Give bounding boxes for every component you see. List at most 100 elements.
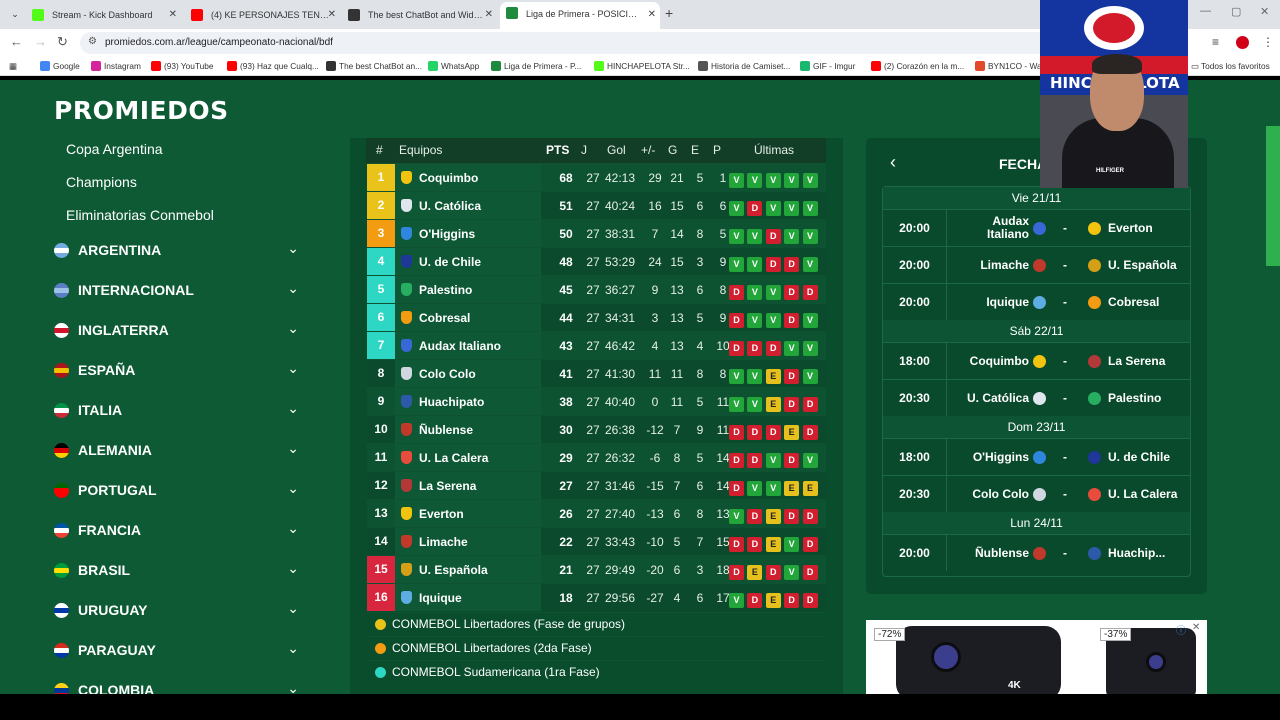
close-window-icon[interactable]: ✕ xyxy=(1260,5,1269,18)
fixture-row[interactable]: 20:30 Colo Colo - U. La Calera xyxy=(883,475,1190,512)
chevron-down-icon[interactable]: ⌄ xyxy=(287,240,299,257)
table-row[interactable]: 5 Palestino 45 27 36:27 9 13 6 8 D V V D D xyxy=(367,275,826,303)
bookmark-item[interactable]: (2) Corazón en la m... xyxy=(871,61,964,71)
table-row[interactable]: 14 Limache 22 27 33:43 -10 5 7 15 D D E V D xyxy=(367,527,826,555)
country-nav-item[interactable]: ITALIA ⌄ xyxy=(54,400,299,422)
team-name[interactable]: Limache xyxy=(419,535,468,549)
bookmark-item[interactable]: The best ChatBot an... xyxy=(326,61,422,71)
webcam-product-image[interactable] xyxy=(896,626,1061,694)
team-name[interactable]: U. de Chile xyxy=(419,255,481,269)
browser-tab[interactable]: Stream - Kick Dashboard ✕ xyxy=(26,4,181,26)
all-bookmarks-folder[interactable]: ▭ Todos los favoritos xyxy=(1191,61,1270,71)
promiedos-logo[interactable]: PROMIEDOS xyxy=(54,96,229,125)
prev-round-arrow-icon[interactable]: ‹ xyxy=(890,152,896,173)
browser-tab[interactable]: The best ChatBot and Widgets ✕ xyxy=(342,4,497,26)
table-row[interactable]: 15 U. Española 21 27 29:49 -20 6 3 18 D E D V D xyxy=(367,555,826,583)
bookmark-item[interactable]: Google xyxy=(40,61,80,71)
table-row[interactable]: 13 Everton 26 27 27:40 -13 6 8 13 V D E D D xyxy=(367,499,826,527)
reload-icon[interactable]: ↻ xyxy=(57,34,68,50)
team-name[interactable]: U. La Calera xyxy=(419,451,488,465)
bookmark-item[interactable]: Instagram xyxy=(91,61,141,71)
table-row[interactable]: 16 Iquique 18 27 29:56 -27 4 6 17 V D E D D xyxy=(367,583,826,611)
chevron-down-icon[interactable]: ⌄ xyxy=(287,360,299,377)
new-tab-plus-icon[interactable]: + xyxy=(665,5,673,21)
page-scrollbar[interactable] xyxy=(1266,126,1280,266)
tab-close-icon[interactable]: ✕ xyxy=(648,2,656,27)
back-arrow-icon[interactable]: ← xyxy=(10,34,23,49)
team-name[interactable]: Everton xyxy=(419,507,464,521)
team-name[interactable]: La Serena xyxy=(419,479,476,493)
team-name[interactable]: U. Española xyxy=(419,563,488,577)
browser-menu-icon[interactable]: ⋮ xyxy=(1262,35,1274,49)
team-name[interactable]: Coquimbo xyxy=(419,171,478,185)
table-row[interactable]: 3 O'Higgins 50 27 38:31 7 14 8 5 V V D V V xyxy=(367,219,826,247)
chevron-down-icon[interactable]: ⌄ xyxy=(287,640,299,657)
side-link-item[interactable]: Copa Argentina xyxy=(66,141,163,157)
tab-close-icon[interactable]: ✕ xyxy=(169,4,177,26)
chevron-down-icon[interactable]: ⌄ xyxy=(287,440,299,457)
country-nav-item[interactable]: ALEMANIA ⌄ xyxy=(54,440,299,462)
bookmark-item[interactable]: BYN1CO - Wata xyxy=(975,61,1049,71)
team-name[interactable]: Cobresal xyxy=(419,311,470,325)
tab-close-icon[interactable]: ✕ xyxy=(485,4,493,26)
tab-close-icon[interactable]: ✕ xyxy=(328,4,336,26)
address-bar[interactable]: ⚙ promiedos.com.ar/league/campeonato-nac… xyxy=(80,32,1170,54)
maximize-icon[interactable]: ▢ xyxy=(1231,5,1241,18)
team-name[interactable]: Iquique xyxy=(419,591,462,605)
chevron-down-icon[interactable]: ⌄ xyxy=(287,280,299,297)
browser-tab[interactable]: (4) KE PERSONAJES TENDENCIA✕ xyxy=(185,4,340,26)
table-row[interactable]: 6 Cobresal 44 27 34:31 3 13 5 9 D V V D V xyxy=(367,303,826,331)
fixture-row[interactable]: 20:00 Iquique - Cobresal xyxy=(883,283,1190,320)
country-nav-item[interactable]: COLOMBIA ⌄ xyxy=(54,680,299,694)
chevron-down-icon[interactable]: ⌄ xyxy=(287,400,299,417)
country-nav-item[interactable]: INTERNACIONAL ⌄ xyxy=(54,280,299,302)
bookmark-item[interactable]: Liga de Primera - P... xyxy=(491,61,581,71)
country-nav-item[interactable]: URUGUAY ⌄ xyxy=(54,600,299,622)
bookmark-item[interactable]: WhatsApp xyxy=(428,61,479,71)
country-nav-item[interactable]: INGLATERRA ⌄ xyxy=(54,320,299,342)
team-name[interactable]: Colo Colo xyxy=(419,367,476,381)
side-link-item[interactable]: Champions xyxy=(66,174,137,190)
chevron-down-icon[interactable]: ⌄ xyxy=(287,560,299,577)
country-nav-item[interactable]: FRANCIA ⌄ xyxy=(54,520,299,542)
chevron-down-icon[interactable]: ⌄ xyxy=(287,320,299,337)
table-row[interactable]: 2 U. Católica 51 27 40:24 16 15 6 6 V D V V V xyxy=(367,191,826,219)
ad-close-icon[interactable]: ✕ xyxy=(1192,622,1200,633)
fixture-row[interactable]: 20:30 U. Católica - Palestino xyxy=(883,379,1190,416)
fixture-row[interactable]: 18:00 O'Higgins - U. de Chile xyxy=(883,438,1190,475)
table-row[interactable]: 7 Audax Italiano 43 27 46:42 4 13 4 10 D D D V V xyxy=(367,331,826,359)
bookmark-item[interactable]: HINCHAPELOTA Str... xyxy=(594,61,690,71)
team-name[interactable]: Audax Italiano xyxy=(419,339,501,353)
ad-info-icon[interactable]: ⓘ xyxy=(1176,622,1186,637)
team-name[interactable]: Ñublense xyxy=(419,423,473,437)
table-row[interactable]: 11 U. La Calera 29 27 26:32 -6 8 5 14 D D V D V xyxy=(367,443,826,471)
team-name[interactable]: Palestino xyxy=(419,283,472,297)
country-nav-item[interactable]: PARAGUAY ⌄ xyxy=(54,640,299,662)
minimize-icon[interactable]: — xyxy=(1200,5,1211,17)
table-row[interactable]: 10 Ñublense 30 27 26:38 -12 7 9 11 D D D E D xyxy=(367,415,826,443)
cast-menu-icon[interactable]: ≡ xyxy=(1212,35,1219,49)
fixture-row[interactable]: 20:00 Limache - U. Española xyxy=(883,246,1190,283)
site-settings-icon[interactable]: ⚙ xyxy=(88,36,97,47)
country-nav-item[interactable]: ARGENTINA ⌄ xyxy=(54,240,299,262)
fixture-row[interactable]: 20:00 Ñublense - Huachip... xyxy=(883,534,1190,571)
table-row[interactable]: 1 Coquimbo 68 27 42:13 29 21 5 1 V V V V V xyxy=(367,163,826,191)
bookmark-item[interactable]: GIF - Imgur xyxy=(800,61,855,71)
table-row[interactable]: 8 Colo Colo 41 27 41:30 11 11 8 8 V V E D V xyxy=(367,359,826,387)
chevron-down-icon[interactable]: ⌄ xyxy=(287,480,299,497)
country-nav-item[interactable]: BRASIL ⌄ xyxy=(54,560,299,582)
team-name[interactable]: Huachipato xyxy=(419,395,484,409)
table-row[interactable]: 9 Huachipato 38 27 40:40 0 11 5 11 V V E D D xyxy=(367,387,826,415)
bookmark-item[interactable]: (93) Haz que Cualq... xyxy=(227,61,319,71)
country-nav-item[interactable]: ESPAÑA ⌄ xyxy=(54,360,299,382)
chevron-down-icon[interactable]: ⌄ xyxy=(287,680,299,694)
country-nav-item[interactable]: PORTUGAL ⌄ xyxy=(54,480,299,502)
fixture-row[interactable]: 20:00 Audax Italiano - Everton xyxy=(883,209,1190,246)
team-name[interactable]: O'Higgins xyxy=(419,227,475,241)
browser-tab[interactable]: Liga de Primera - POSICIONES ✕ xyxy=(500,2,660,29)
fixture-row[interactable]: 18:00 Coquimbo - La Serena xyxy=(883,342,1190,379)
bookmark-item[interactable]: (93) YouTube xyxy=(151,61,214,71)
bookmark-item[interactable]: Historia de Camiset... xyxy=(698,61,790,71)
forward-arrow-icon[interactable]: → xyxy=(34,34,47,49)
profile-avatar[interactable] xyxy=(1236,36,1249,49)
